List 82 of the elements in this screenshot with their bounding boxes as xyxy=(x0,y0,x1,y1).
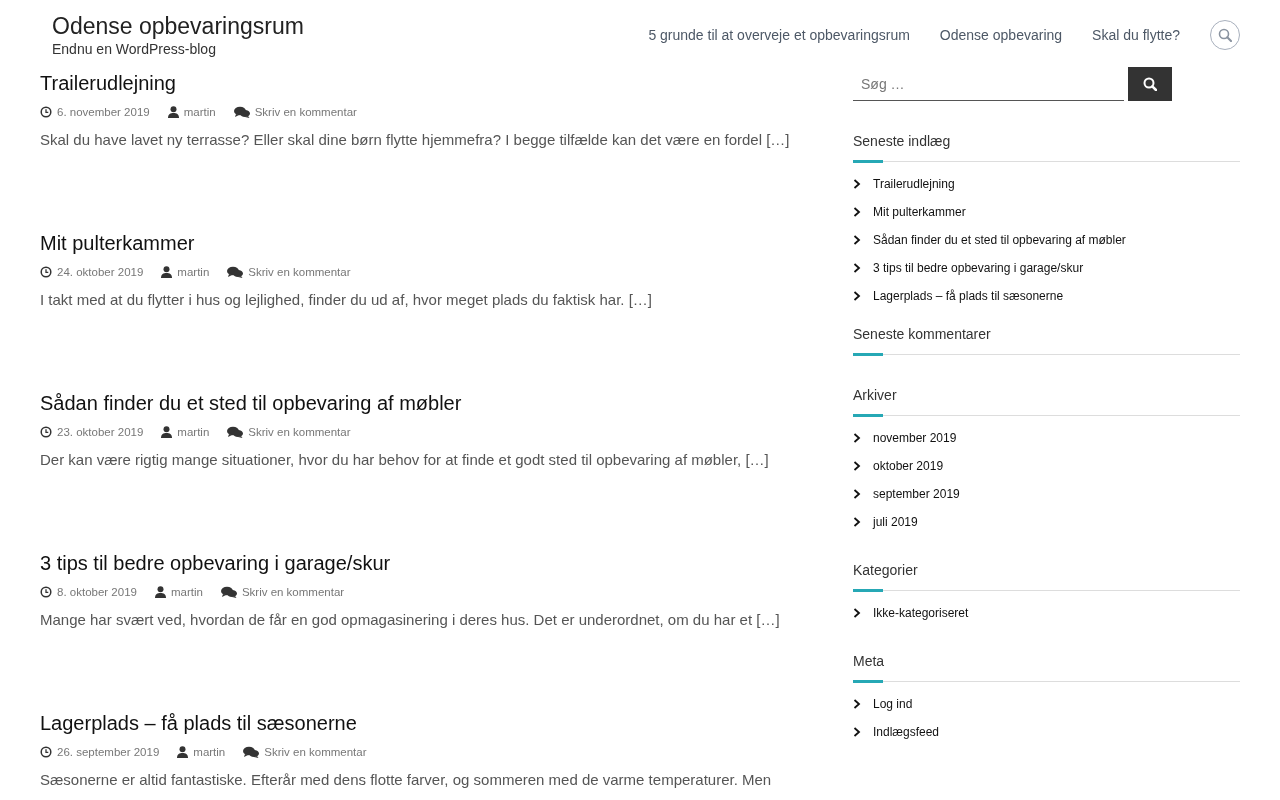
post-title[interactable]: Mit pulterkammer xyxy=(40,230,820,256)
chevron-icon xyxy=(853,517,861,527)
sidebar-link[interactable]: Lagerplads – få plads til sæsonerne xyxy=(873,288,1064,304)
sidebar-link[interactable]: Trailerudlejning xyxy=(873,176,955,192)
post-author[interactable]: martin xyxy=(177,426,210,438)
sidebar-link[interactable]: Sådan finder du et sted til opbevaring af møbler xyxy=(873,232,1126,248)
site-title[interactable]: Odense opbevaringsrum xyxy=(52,12,304,40)
widget-title: Arkiver xyxy=(853,386,898,405)
comment-link[interactable]: Skriv en kommentar xyxy=(248,426,351,438)
person-icon xyxy=(161,266,173,278)
sidebar-link[interactable]: oktober 2019 xyxy=(873,458,944,474)
title-accent xyxy=(853,353,883,356)
clock-icon xyxy=(40,266,52,278)
widget-title: Seneste indlæg xyxy=(853,132,952,151)
search-icon xyxy=(1143,77,1157,91)
chevron-icon xyxy=(853,263,861,273)
speech-bubbles-icon xyxy=(227,426,244,438)
title-accent xyxy=(853,680,883,683)
post-excerpt: Der kan være rigtig mange situationer, hvor du har behov for at finde et godt sted til opbevaring af møbler, […] xyxy=(40,450,770,470)
chevron-icon xyxy=(853,608,861,618)
post-date[interactable]: 24. oktober 2019 xyxy=(57,266,144,278)
title-accent xyxy=(853,160,883,163)
widget-title: Meta xyxy=(853,652,886,671)
sidebar-link[interactable]: november 2019 xyxy=(873,430,957,446)
post-author[interactable]: martin xyxy=(183,106,216,118)
sidebar-link[interactable]: juli 2019 xyxy=(873,514,918,530)
comment-link[interactable]: Skriv en kommentar xyxy=(241,586,345,598)
clock-icon xyxy=(40,586,52,598)
post-date[interactable]: 8. oktober 2019 xyxy=(57,586,137,598)
chevron-icon xyxy=(853,727,861,737)
chevron-icon xyxy=(853,699,861,709)
sidebar-link[interactable]: Indlægsfeed xyxy=(873,724,940,740)
chevron-icon xyxy=(853,489,861,499)
clock-icon xyxy=(40,746,52,758)
nav-link[interactable]: 5 grunde til at overveje et opbevaringsrum xyxy=(648,27,910,43)
chevron-icon xyxy=(853,291,861,301)
chevron-icon xyxy=(853,235,861,245)
person-icon xyxy=(154,586,166,598)
search-icon xyxy=(1218,28,1232,42)
widget-title: Seneste kommentarer xyxy=(853,325,992,344)
post-excerpt: Mange har svært ved, hvordan de får en god opmagasinering i deres hus. Det er underordnet, om du har et […] xyxy=(40,610,781,630)
comment-link[interactable]: Skriv en kommentar xyxy=(254,106,357,118)
speech-bubbles-icon xyxy=(220,586,237,598)
widget-title: Kategorier xyxy=(853,561,919,580)
post-date[interactable]: 6. november 2019 xyxy=(57,106,150,118)
site-tagline: Endnu en WordPress-blog xyxy=(52,40,217,58)
post-date[interactable]: 26. september 2019 xyxy=(57,746,160,758)
sidebar-link[interactable]: Ikke-kategoriseret xyxy=(873,605,969,621)
comment-link[interactable]: Skriv en kommentar xyxy=(248,266,351,278)
chevron-icon xyxy=(853,179,861,189)
post-title[interactable]: Lagerplads – få plads til sæsonerne xyxy=(40,710,820,736)
post-author[interactable]: martin xyxy=(170,586,203,598)
chevron-icon xyxy=(853,461,861,471)
post-title[interactable]: 3 tips til bedre opbevaring i garage/skur xyxy=(40,550,820,576)
person-icon xyxy=(167,106,179,118)
title-accent xyxy=(853,589,883,592)
comment-link[interactable]: Skriv en kommentar xyxy=(264,746,367,758)
sidebar-link[interactable]: Mit pulterkammer xyxy=(873,204,966,220)
nav-link[interactable]: Odense opbevaring xyxy=(939,27,1063,43)
sidebar-link[interactable]: september 2019 xyxy=(873,486,960,502)
person-icon xyxy=(161,426,173,438)
chevron-icon xyxy=(853,207,861,217)
sidebar-link[interactable]: Log ind xyxy=(873,696,913,712)
title-accent xyxy=(853,414,883,417)
speech-bubbles-icon xyxy=(227,266,244,278)
speech-bubbles-icon xyxy=(243,746,260,758)
search-button[interactable] xyxy=(1128,67,1172,101)
post-excerpt: Sæsonerne er altid fantastiske. Efterår med dens flotte farver, og sommeren med de varme temperaturer. Men xyxy=(40,770,773,790)
clock-icon xyxy=(40,426,52,438)
sidebar-link[interactable]: 3 tips til bedre opbevaring i garage/skur xyxy=(873,260,1084,276)
post-excerpt: I takt med at du flytter i hus og lejlighed, finder du ud af, hvor meget plads du faktisk har. […] xyxy=(40,290,653,310)
speech-bubbles-icon xyxy=(233,106,250,118)
post-excerpt: Skal du have lavet ny terrasse? Eller skal dine børn flytte hjemmefra? I begge tilfælde kan det være en fordel […] xyxy=(40,130,791,150)
post-author[interactable]: martin xyxy=(193,746,226,758)
post-title[interactable]: Trailerudlejning xyxy=(40,70,820,96)
nav-link[interactable]: Skal du flytte? xyxy=(1092,27,1180,43)
post-title[interactable]: Sådan finder du et sted til opbevaring af møbler xyxy=(40,390,820,416)
post-date[interactable]: 23. oktober 2019 xyxy=(57,426,144,438)
chevron-icon xyxy=(853,433,861,443)
post-author[interactable]: martin xyxy=(177,266,210,278)
person-icon xyxy=(177,746,189,758)
clock-icon xyxy=(40,106,52,118)
